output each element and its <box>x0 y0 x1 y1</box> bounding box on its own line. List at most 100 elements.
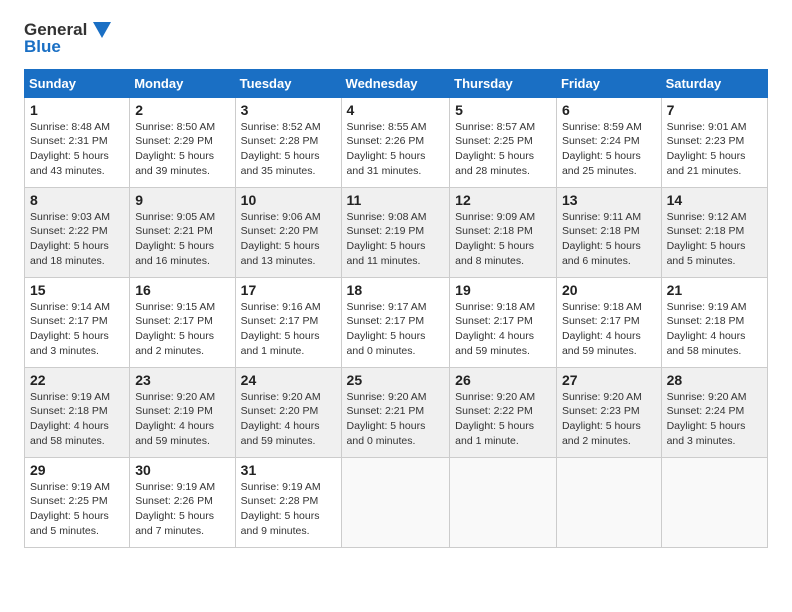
calendar-table: SundayMondayTuesdayWednesdayThursdayFrid… <box>24 69 768 548</box>
calendar-week-row: 15 Sunrise: 9:14 AMSunset: 2:17 PMDaylig… <box>25 277 768 367</box>
calendar-cell: 23 Sunrise: 9:20 AMSunset: 2:19 PMDaylig… <box>130 367 235 457</box>
day-detail: Sunrise: 9:20 AMSunset: 2:20 PMDaylight:… <box>241 391 321 447</box>
day-number: 27 <box>562 372 656 388</box>
day-detail: Sunrise: 9:20 AMSunset: 2:21 PMDaylight:… <box>347 391 427 447</box>
calendar-header-row: SundayMondayTuesdayWednesdayThursdayFrid… <box>25 69 768 97</box>
day-number: 20 <box>562 282 656 298</box>
day-number: 15 <box>30 282 124 298</box>
calendar-cell <box>661 457 767 547</box>
column-header-sunday: Sunday <box>25 69 130 97</box>
day-number: 14 <box>667 192 762 208</box>
day-number: 12 <box>455 192 551 208</box>
calendar-cell: 9 Sunrise: 9:05 AMSunset: 2:21 PMDayligh… <box>130 187 235 277</box>
column-header-wednesday: Wednesday <box>341 69 450 97</box>
day-number: 11 <box>347 192 445 208</box>
calendar-cell <box>450 457 557 547</box>
day-detail: Sunrise: 8:48 AMSunset: 2:31 PMDaylight:… <box>30 121 110 177</box>
day-number: 30 <box>135 462 229 478</box>
day-number: 25 <box>347 372 445 388</box>
day-detail: Sunrise: 9:18 AMSunset: 2:17 PMDaylight:… <box>455 301 535 357</box>
day-number: 4 <box>347 102 445 118</box>
day-number: 19 <box>455 282 551 298</box>
calendar-cell: 26 Sunrise: 9:20 AMSunset: 2:22 PMDaylig… <box>450 367 557 457</box>
logo-text-block: General Blue <box>24 20 111 57</box>
day-number: 16 <box>135 282 229 298</box>
column-header-saturday: Saturday <box>661 69 767 97</box>
calendar-cell: 4 Sunrise: 8:55 AMSunset: 2:26 PMDayligh… <box>341 97 450 187</box>
logo: General Blue <box>24 20 111 57</box>
calendar-cell: 28 Sunrise: 9:20 AMSunset: 2:24 PMDaylig… <box>661 367 767 457</box>
calendar-cell: 11 Sunrise: 9:08 AMSunset: 2:19 PMDaylig… <box>341 187 450 277</box>
calendar-cell: 8 Sunrise: 9:03 AMSunset: 2:22 PMDayligh… <box>25 187 130 277</box>
day-detail: Sunrise: 9:14 AMSunset: 2:17 PMDaylight:… <box>30 301 110 357</box>
day-number: 7 <box>667 102 762 118</box>
calendar-cell: 25 Sunrise: 9:20 AMSunset: 2:21 PMDaylig… <box>341 367 450 457</box>
day-detail: Sunrise: 9:18 AMSunset: 2:17 PMDaylight:… <box>562 301 642 357</box>
day-detail: Sunrise: 9:12 AMSunset: 2:18 PMDaylight:… <box>667 211 747 267</box>
calendar-cell <box>556 457 661 547</box>
day-number: 23 <box>135 372 229 388</box>
day-number: 29 <box>30 462 124 478</box>
day-number: 18 <box>347 282 445 298</box>
day-number: 28 <box>667 372 762 388</box>
day-number: 9 <box>135 192 229 208</box>
day-detail: Sunrise: 9:05 AMSunset: 2:21 PMDaylight:… <box>135 211 215 267</box>
calendar-cell: 1 Sunrise: 8:48 AMSunset: 2:31 PMDayligh… <box>25 97 130 187</box>
calendar-cell: 29 Sunrise: 9:19 AMSunset: 2:25 PMDaylig… <box>25 457 130 547</box>
day-number: 31 <box>241 462 336 478</box>
calendar-cell: 24 Sunrise: 9:20 AMSunset: 2:20 PMDaylig… <box>235 367 341 457</box>
day-detail: Sunrise: 9:20 AMSunset: 2:24 PMDaylight:… <box>667 391 747 447</box>
calendar-cell: 16 Sunrise: 9:15 AMSunset: 2:17 PMDaylig… <box>130 277 235 367</box>
day-detail: Sunrise: 9:09 AMSunset: 2:18 PMDaylight:… <box>455 211 535 267</box>
day-detail: Sunrise: 8:59 AMSunset: 2:24 PMDaylight:… <box>562 121 642 177</box>
calendar-cell: 15 Sunrise: 9:14 AMSunset: 2:17 PMDaylig… <box>25 277 130 367</box>
day-detail: Sunrise: 9:19 AMSunset: 2:18 PMDaylight:… <box>30 391 110 447</box>
day-detail: Sunrise: 9:16 AMSunset: 2:17 PMDaylight:… <box>241 301 321 357</box>
calendar-cell: 6 Sunrise: 8:59 AMSunset: 2:24 PMDayligh… <box>556 97 661 187</box>
day-number: 21 <box>667 282 762 298</box>
calendar-cell: 21 Sunrise: 9:19 AMSunset: 2:18 PMDaylig… <box>661 277 767 367</box>
calendar-cell: 30 Sunrise: 9:19 AMSunset: 2:26 PMDaylig… <box>130 457 235 547</box>
calendar-week-row: 29 Sunrise: 9:19 AMSunset: 2:25 PMDaylig… <box>25 457 768 547</box>
day-detail: Sunrise: 9:20 AMSunset: 2:22 PMDaylight:… <box>455 391 535 447</box>
calendar-cell: 31 Sunrise: 9:19 AMSunset: 2:28 PMDaylig… <box>235 457 341 547</box>
calendar-cell: 19 Sunrise: 9:18 AMSunset: 2:17 PMDaylig… <box>450 277 557 367</box>
day-detail: Sunrise: 9:19 AMSunset: 2:26 PMDaylight:… <box>135 481 215 537</box>
day-number: 22 <box>30 372 124 388</box>
day-number: 3 <box>241 102 336 118</box>
calendar-cell: 14 Sunrise: 9:12 AMSunset: 2:18 PMDaylig… <box>661 187 767 277</box>
day-detail: Sunrise: 9:08 AMSunset: 2:19 PMDaylight:… <box>347 211 427 267</box>
day-number: 13 <box>562 192 656 208</box>
column-header-friday: Friday <box>556 69 661 97</box>
calendar-cell: 5 Sunrise: 8:57 AMSunset: 2:25 PMDayligh… <box>450 97 557 187</box>
day-detail: Sunrise: 9:17 AMSunset: 2:17 PMDaylight:… <box>347 301 427 357</box>
day-detail: Sunrise: 9:15 AMSunset: 2:17 PMDaylight:… <box>135 301 215 357</box>
calendar-cell: 27 Sunrise: 9:20 AMSunset: 2:23 PMDaylig… <box>556 367 661 457</box>
day-number: 8 <box>30 192 124 208</box>
day-detail: Sunrise: 8:57 AMSunset: 2:25 PMDaylight:… <box>455 121 535 177</box>
calendar-week-row: 22 Sunrise: 9:19 AMSunset: 2:18 PMDaylig… <box>25 367 768 457</box>
day-detail: Sunrise: 8:50 AMSunset: 2:29 PMDaylight:… <box>135 121 215 177</box>
day-number: 26 <box>455 372 551 388</box>
calendar-cell: 3 Sunrise: 8:52 AMSunset: 2:28 PMDayligh… <box>235 97 341 187</box>
page-header: General Blue <box>24 20 768 57</box>
column-header-monday: Monday <box>130 69 235 97</box>
day-number: 1 <box>30 102 124 118</box>
calendar-cell: 20 Sunrise: 9:18 AMSunset: 2:17 PMDaylig… <box>556 277 661 367</box>
calendar-cell: 13 Sunrise: 9:11 AMSunset: 2:18 PMDaylig… <box>556 187 661 277</box>
day-number: 6 <box>562 102 656 118</box>
calendar-cell: 2 Sunrise: 8:50 AMSunset: 2:29 PMDayligh… <box>130 97 235 187</box>
day-detail: Sunrise: 9:19 AMSunset: 2:18 PMDaylight:… <box>667 301 747 357</box>
calendar-week-row: 8 Sunrise: 9:03 AMSunset: 2:22 PMDayligh… <box>25 187 768 277</box>
day-detail: Sunrise: 9:06 AMSunset: 2:20 PMDaylight:… <box>241 211 321 267</box>
day-number: 10 <box>241 192 336 208</box>
calendar-cell: 22 Sunrise: 9:19 AMSunset: 2:18 PMDaylig… <box>25 367 130 457</box>
day-detail: Sunrise: 9:19 AMSunset: 2:28 PMDaylight:… <box>241 481 321 537</box>
calendar-week-row: 1 Sunrise: 8:48 AMSunset: 2:31 PMDayligh… <box>25 97 768 187</box>
day-detail: Sunrise: 9:11 AMSunset: 2:18 PMDaylight:… <box>562 211 641 267</box>
logo-blue: Blue <box>24 37 111 57</box>
day-detail: Sunrise: 9:20 AMSunset: 2:19 PMDaylight:… <box>135 391 215 447</box>
calendar-cell: 12 Sunrise: 9:09 AMSunset: 2:18 PMDaylig… <box>450 187 557 277</box>
calendar-cell: 17 Sunrise: 9:16 AMSunset: 2:17 PMDaylig… <box>235 277 341 367</box>
calendar-cell: 18 Sunrise: 9:17 AMSunset: 2:17 PMDaylig… <box>341 277 450 367</box>
